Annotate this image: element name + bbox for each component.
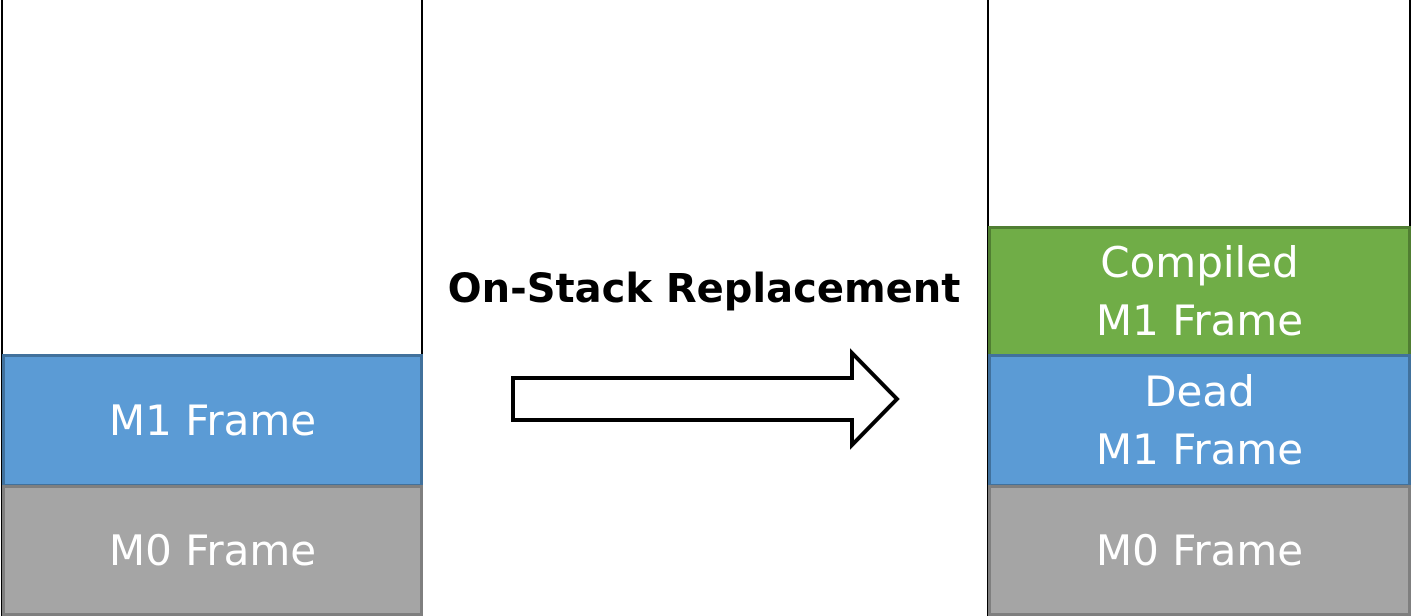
right-dead-m1-frame: Dead M1 Frame [988,354,1411,487]
dead-label-line1: Dead [1144,366,1255,416]
compiled-label-line1: Compiled [1100,237,1299,287]
right-m0-frame: M0 Frame [988,485,1411,616]
right-compiled-m1-frame: Compiled M1 Frame [988,226,1411,357]
dead-label-line2: M1 Frame [1095,424,1304,474]
right-arrow-icon [511,348,900,450]
compiled-label-line2: M1 Frame [1095,295,1304,345]
right-m0-frame-label: M0 Frame [1095,525,1304,575]
